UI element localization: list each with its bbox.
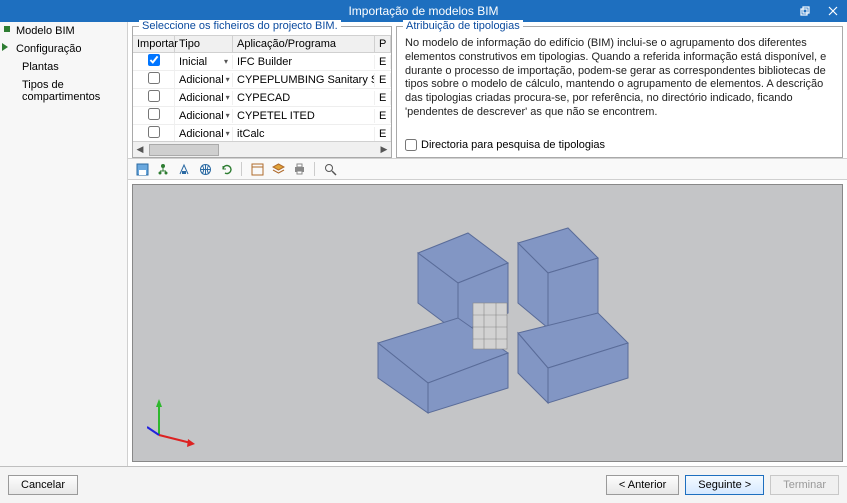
cancel-button[interactable]: Cancelar (8, 475, 78, 495)
files-grid-body: InicialIFC BuilderEAdicionalCYPEPLUMBING… (133, 53, 391, 141)
row-tipo[interactable]: Adicional (175, 109, 233, 123)
row-app: itCalc (233, 127, 375, 141)
save-icon[interactable] (134, 161, 150, 177)
files-panel: Seleccione os ficheiros do projecto BIM.… (132, 26, 392, 158)
row-extra: E (375, 91, 391, 105)
typology-panel-title: Atribuição de tipologias (403, 20, 523, 32)
window-title: Importação de modelos BIM (56, 4, 791, 18)
typology-panel: Atribuição de tipologias No modelo de in… (396, 26, 843, 158)
restore-button[interactable] (791, 0, 819, 22)
step-configuracao[interactable]: Configuração (0, 40, 127, 58)
typology-dir-checkbox-input[interactable] (405, 139, 417, 151)
row-import-checkbox[interactable] (148, 126, 160, 138)
typology-dir-checkbox[interactable]: Directoria para pesquisa de tipologias (405, 139, 834, 151)
scroll-thumb[interactable] (149, 144, 219, 156)
3d-viewport[interactable] (132, 184, 843, 462)
tree-icon[interactable] (155, 161, 171, 177)
row-extra: E (375, 127, 391, 141)
row-import-checkbox[interactable] (148, 108, 160, 120)
next-button[interactable]: Seguinte > (685, 475, 764, 495)
viewer-toolbar (128, 158, 847, 180)
print-icon[interactable] (291, 161, 307, 177)
table-row[interactable]: AdicionalCYPECADE (133, 89, 391, 107)
row-import-checkbox[interactable] (148, 72, 160, 84)
row-extra: E (375, 55, 391, 69)
row-tipo[interactable]: Adicional (175, 73, 233, 87)
scroll-right-icon[interactable]: ▶ (377, 144, 391, 155)
close-button[interactable] (819, 0, 847, 22)
files-grid-header: Importar Tipo Aplicação/Programa P (133, 35, 391, 53)
ortho-icon[interactable] (176, 161, 192, 177)
layers-icon[interactable] (270, 161, 286, 177)
files-hscroll[interactable]: ◀ ▶ (133, 141, 391, 157)
refresh-icon[interactable] (218, 161, 234, 177)
row-extra: E (375, 109, 391, 123)
row-app: CYPEPLUMBING Sanitary Systems (233, 73, 375, 87)
row-app: CYPETEL ITED (233, 109, 375, 123)
files-panel-title: Seleccione os ficheiros do projecto BIM. (139, 20, 341, 32)
zoom-icon[interactable] (322, 161, 338, 177)
row-tipo[interactable]: Adicional (175, 91, 233, 105)
window-icon[interactable] (249, 161, 265, 177)
scroll-left-icon[interactable]: ◀ (133, 144, 147, 155)
step-modelo-bim[interactable]: Modelo BIM (0, 22, 127, 40)
typology-description: No modelo de informação do edifício (BIM… (405, 37, 834, 133)
row-import-checkbox[interactable] (148, 54, 160, 66)
wizard-steps: Modelo BIM Configuração Plantas Tipos de… (0, 22, 128, 466)
table-row[interactable]: AdicionalitCalcE (133, 125, 391, 141)
row-import-checkbox[interactable] (148, 90, 160, 102)
row-tipo[interactable]: Adicional (175, 127, 233, 141)
3d-model (318, 203, 658, 443)
table-row[interactable]: AdicionalCYPETEL ITEDE (133, 107, 391, 125)
titlebar: Importação de modelos BIM (0, 0, 847, 22)
row-extra: E (375, 73, 391, 87)
row-app: IFC Builder (233, 55, 375, 69)
row-app: CYPECAD (233, 91, 375, 105)
step-tipos-compartimentos[interactable]: Tipos de compartimentos (0, 76, 127, 106)
prev-button[interactable]: < Anterior (606, 475, 679, 495)
row-tipo[interactable]: Inicial (175, 55, 233, 69)
finish-button: Terminar (770, 475, 839, 495)
axis-gizmo (147, 397, 197, 447)
globe-icon[interactable] (197, 161, 213, 177)
table-row[interactable]: AdicionalCYPEPLUMBING Sanitary SystemsE (133, 71, 391, 89)
wizard-footer: Cancelar < Anterior Seguinte > Terminar (0, 466, 847, 503)
table-row[interactable]: InicialIFC BuilderE (133, 53, 391, 71)
step-plantas[interactable]: Plantas (0, 58, 127, 76)
